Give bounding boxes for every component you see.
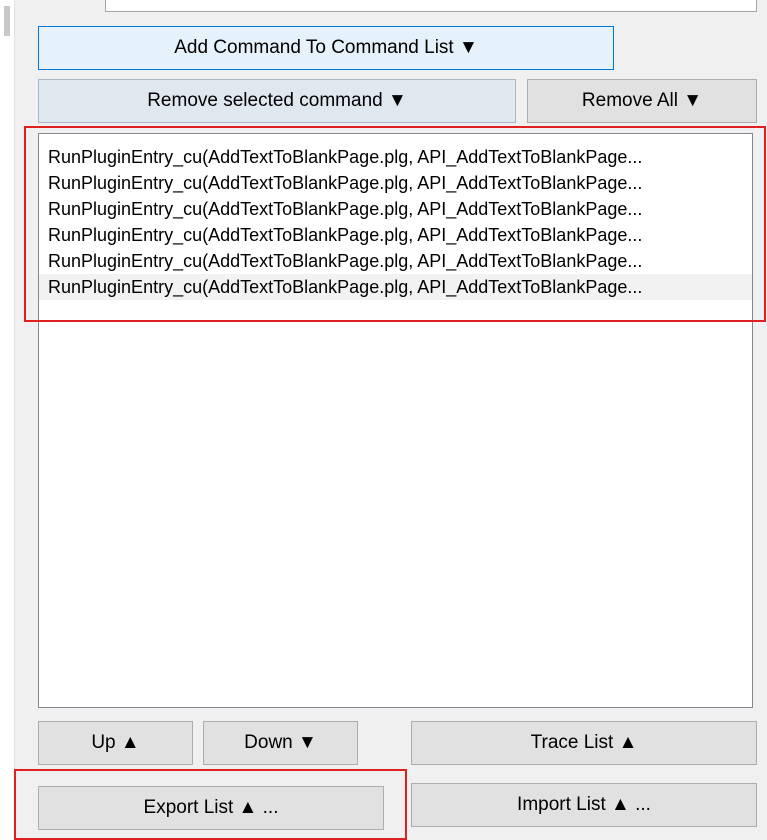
up-button[interactable]: Up ▲ [38, 721, 193, 765]
list-item[interactable]: RunPluginEntry_cu(AddTextToBlankPage.plg… [39, 144, 752, 170]
list-top-padding [39, 134, 752, 144]
trace-list-button[interactable]: Trace List ▲ [411, 721, 757, 765]
remove-all-button[interactable]: Remove All ▼ [527, 79, 757, 123]
remove-selected-command-button[interactable]: Remove selected command ▼ [38, 79, 516, 123]
list-item[interactable]: RunPluginEntry_cu(AddTextToBlankPage.plg… [39, 170, 752, 196]
left-scrollbar[interactable] [0, 0, 15, 840]
command-list-panel: Add Command To Command List ▼ Remove sel… [0, 0, 767, 840]
scrollbar-thumb[interactable] [4, 6, 10, 36]
command-list[interactable]: RunPluginEntry_cu(AddTextToBlankPage.plg… [38, 133, 753, 708]
list-item[interactable]: RunPluginEntry_cu(AddTextToBlankPage.plg… [39, 222, 752, 248]
list-item[interactable]: RunPluginEntry_cu(AddTextToBlankPage.plg… [39, 196, 752, 222]
list-item[interactable]: RunPluginEntry_cu(AddTextToBlankPage.plg… [39, 248, 752, 274]
down-button[interactable]: Down ▼ [203, 721, 358, 765]
command-input-field[interactable] [105, 0, 757, 12]
add-command-button[interactable]: Add Command To Command List ▼ [38, 26, 614, 70]
list-item[interactable]: RunPluginEntry_cu(AddTextToBlankPage.plg… [39, 274, 752, 300]
export-list-button[interactable]: Export List ▲ ... [38, 786, 384, 830]
import-list-button[interactable]: Import List ▲ ... [411, 783, 757, 827]
